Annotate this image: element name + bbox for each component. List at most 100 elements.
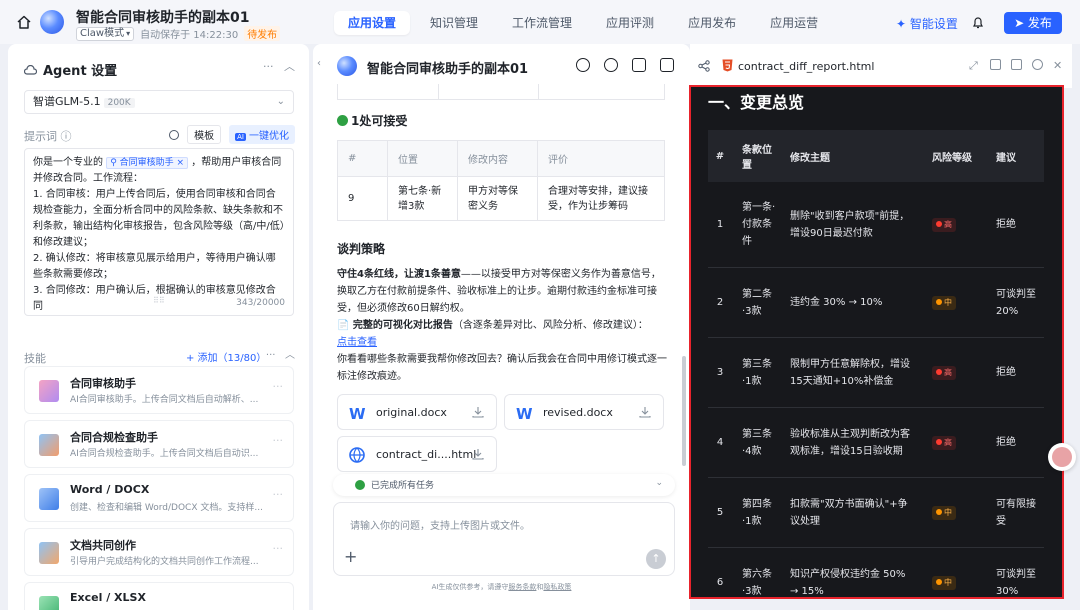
more-icon[interactable]: ··· — [273, 488, 284, 501]
optimize-button[interactable]: AI 一键优化 — [229, 125, 295, 144]
history-icon[interactable] — [169, 129, 180, 140]
more-icon[interactable]: ··· — [273, 434, 284, 447]
folder-icon[interactable] — [632, 58, 646, 72]
orange-dot-icon — [936, 299, 942, 305]
vr-icon[interactable] — [604, 58, 618, 72]
clean-icon[interactable] — [660, 58, 674, 72]
svg-text:W: W — [516, 405, 533, 422]
scrollbar[interactable] — [682, 356, 686, 466]
agent-settings-panel: Agent 设置 ··· ︿ 智谱GLM-5.1 200K ⌄ 提示词 ⓘ 模板 … — [8, 44, 309, 610]
report-preview[interactable]: 一、变更总览 # 条款位置 修改主题 风险等级 建议 1 第一条·付款条件 删除… — [690, 86, 1063, 598]
model-name: 智谱GLM-5.1 — [33, 95, 101, 108]
ai-icon: AI — [235, 133, 246, 141]
word-doc-icon — [39, 488, 59, 510]
prompt-label: 提示词 ⓘ — [24, 130, 72, 143]
skill-card[interactable]: Word / DOCX 创建、检查和编辑 Word/DOCX 文档。支持样...… — [24, 474, 294, 522]
orange-dot-icon — [936, 579, 942, 585]
top-bar: 智能合同审核助手的副本01 Claw模式 ▾ 自动保存于 14:22:30 待发布… — [0, 0, 1080, 44]
download-icon[interactable] — [990, 59, 1001, 70]
globe-icon[interactable] — [1032, 59, 1043, 70]
chevron-left-icon[interactable]: ‹ — [317, 58, 321, 69]
tab-operations[interactable]: 应用运营 — [756, 11, 832, 35]
more-icon[interactable]: ··· — [273, 380, 284, 393]
risk-badge-medium: 中 — [932, 576, 956, 590]
strategy-heading: 谈判策略 — [337, 242, 386, 256]
chevron-down-icon: ⌄ — [276, 96, 285, 107]
more-icon[interactable]: ··· — [273, 542, 284, 555]
status-badge: 待发布 — [244, 26, 281, 41]
previous-table-bottom — [337, 84, 665, 100]
tab-publish[interactable]: 应用发布 — [674, 11, 750, 35]
send-button[interactable]: ↑ — [646, 549, 666, 569]
tab-evaluation[interactable]: 应用评测 — [592, 11, 668, 35]
skill-card[interactable]: 合同审核助手 AI合同审核助手。上传合同文档后自动解析、... ··· — [24, 366, 294, 414]
green-circle-icon — [337, 115, 348, 126]
template-button[interactable]: 模板 — [187, 125, 222, 144]
red-dot-icon — [936, 221, 942, 227]
prompt-editor[interactable]: 你是一个专业的 ⚲ 合同审核助手 × ，帮助用户审核合同并修改合同。工作流程： … — [24, 148, 294, 316]
skills-label: 技能 — [24, 352, 46, 365]
prompt-skill-tag[interactable]: ⚲ 合同审核助手 × — [106, 157, 189, 169]
skill-card[interactable]: Excel / XLSX — [24, 582, 294, 610]
expand-icon[interactable]: ⤢ — [969, 59, 980, 72]
close-icon[interactable]: ✕ — [1053, 59, 1064, 72]
file-card-original[interactable]: W original.docx — [337, 394, 497, 430]
privacy-link[interactable]: 隐私政策 — [543, 583, 571, 591]
chat-panel: ‹ 智能合同审核助手的副本01 1处可接受 # 位置 修改内容 评价 9 第七条… — [313, 44, 690, 610]
co-authoring-icon — [39, 542, 59, 564]
tab-knowledge[interactable]: 知识管理 — [416, 11, 492, 35]
strategy-text: 守住4条红线，让渡1条善意——以接受甲方对等保密义务作为善意信号，换取乙方在付款… — [337, 269, 667, 382]
check-circle-icon — [355, 480, 365, 490]
download-icon — [472, 449, 484, 460]
app-logo — [40, 10, 64, 34]
edit-icon[interactable] — [1011, 59, 1022, 70]
risk-badge-high: 高 — [932, 436, 956, 450]
skill-card[interactable]: 合同合规检查助手 AI合同合规检查助手。上传合同文档后自动识... ··· — [24, 420, 294, 468]
agent-settings-title: Agent 设置 — [43, 64, 118, 79]
risk-badge-medium: 中 — [932, 506, 956, 520]
attach-plus-icon[interactable]: + — [344, 547, 357, 566]
link-icon[interactable] — [576, 58, 590, 72]
autosave-status: 自动保存于 14:22:30 — [140, 30, 239, 41]
accept-heading: 1处可接受 — [337, 112, 407, 129]
accept-table: # 位置 修改内容 评价 9 第七条·新增3款 甲方对等保密义务 合理对等安排，… — [337, 140, 665, 221]
globe-icon — [349, 447, 365, 463]
cloud-icon — [24, 64, 37, 75]
table-row: 9 第七条·新增3款 甲方对等保密义务 合理对等安排，建议接受，作为让步筹码 — [337, 176, 665, 221]
mode-select[interactable]: Claw模式 ▾ — [76, 26, 135, 41]
file-card-report[interactable]: contract_di....html — [337, 436, 497, 472]
app-title: 智能合同审核助手的副本01 — [76, 10, 250, 26]
smart-settings-button[interactable]: ✦ 智能设置 — [896, 15, 958, 32]
home-icon[interactable] — [16, 14, 32, 30]
download-icon — [639, 407, 651, 418]
chat-title: 智能合同审核助手的副本01 — [367, 62, 529, 77]
excel-icon — [39, 596, 59, 610]
terms-link[interactable]: 服务条款 — [508, 583, 536, 591]
table-row: 6 第六条·3款 知识产权侵权违约金 50% → 15% 中 可谈判至30% — [708, 548, 1044, 598]
table-row: 3 第三条·1款 限制甲方任意解除权，增设15天通知+10%补偿金 高 拒绝 — [708, 338, 1044, 408]
panel-actions[interactable]: ··· ︿ — [263, 58, 295, 74]
floating-assistant-avatar[interactable] — [1048, 443, 1076, 471]
word-file-icon: W — [349, 405, 366, 422]
share-icon[interactable] — [698, 60, 710, 72]
chat-input[interactable]: 请输入你的问题，支持上传图片或文件。 + ↑ — [333, 502, 675, 576]
chat-tools — [576, 58, 674, 72]
skills-actions[interactable]: ··· ︿ — [266, 346, 295, 361]
agent-settings-heading: Agent 设置 — [24, 60, 117, 79]
tab-app-settings[interactable]: 应用设置 — [334, 11, 411, 35]
file-card-revised[interactable]: W revised.docx — [504, 394, 664, 430]
collapse-icon: ︿ — [284, 60, 295, 73]
table-row: 1 第一条·付款条件 删除"收到客户款项"前提，增设90日最迟付款 高 拒绝 — [708, 182, 1044, 268]
add-skill-button[interactable]: + 添加（13/80） — [186, 349, 266, 364]
publish-button[interactable]: ➤ 发布 — [1004, 12, 1062, 34]
orange-dot-icon — [936, 509, 942, 515]
skill-card[interactable]: 文档共同创作 引导用户完成结构化的文档共同创作工作流程... ··· — [24, 528, 294, 576]
tab-workflow[interactable]: 工作流管理 — [498, 11, 586, 35]
resize-handle[interactable]: ⠿⠿ — [153, 293, 165, 309]
model-select[interactable]: 智谱GLM-5.1 200K ⌄ — [24, 90, 294, 114]
change-overview-table: # 条款位置 修改主题 风险等级 建议 1 第一条·付款条件 删除"收到客户款项… — [708, 130, 1044, 598]
app-meta: Claw模式 ▾ 自动保存于 14:22:30 待发布 — [76, 26, 281, 41]
task-status-bar[interactable]: 已完成所有任务 ⌄ — [333, 474, 675, 496]
bell-icon[interactable] — [972, 16, 984, 29]
report-link[interactable]: 点击查看 — [337, 337, 377, 348]
